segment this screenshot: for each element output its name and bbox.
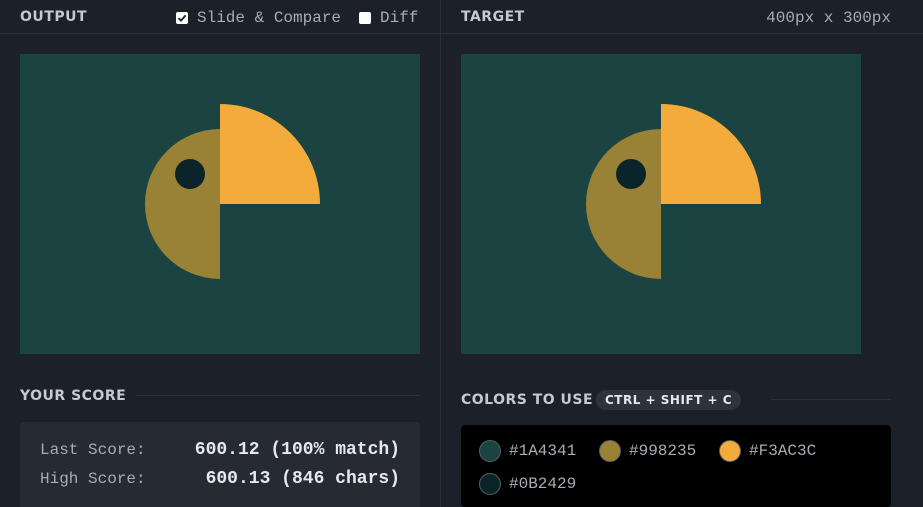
score-divider — [136, 395, 420, 396]
high-score-label: High Score: — [40, 470, 146, 488]
output-header: OUTPUT Slide & Compare Diff — [0, 0, 440, 34]
swatch-dot — [599, 440, 621, 462]
swatch-label: #998235 — [629, 442, 697, 460]
high-score-row: High Score: 600.13 (846 chars) — [40, 469, 400, 489]
output-canvas[interactable] — [20, 54, 420, 354]
score-box: Last Score: 600.12 (100% match) High Sco… — [20, 422, 420, 507]
colors-title: COLORS TO USE — [461, 392, 594, 408]
target-canvas — [461, 54, 861, 354]
target-dimensions: 400px x 300px — [766, 9, 891, 27]
last-score-label: Last Score: — [40, 441, 146, 459]
slide-compare-toggle[interactable]: Slide & Compare — [176, 9, 341, 27]
target-image — [461, 54, 861, 354]
swatch-label: #1A4341 — [509, 442, 577, 460]
target-panel: TARGET 400px x 300px COLORS TO USE CTRL … — [441, 0, 923, 507]
swatch-dot — [479, 440, 501, 462]
colors-box: #1A4341 #998235 #F3AC3C #0B2429 — [461, 425, 891, 507]
slide-compare-label: Slide & Compare — [197, 9, 342, 27]
swatch-label: #F3AC3C — [749, 442, 817, 460]
output-panel: OUTPUT Slide & Compare Diff YOUR SCORE L… — [0, 0, 440, 507]
color-swatch[interactable]: #998235 — [599, 440, 696, 462]
colors-divider — [771, 399, 891, 400]
slide-compare-checkbox[interactable] — [176, 12, 188, 24]
output-image — [20, 54, 420, 354]
color-swatch[interactable]: #0B2429 — [479, 473, 576, 495]
last-score-value: 600.12 (100% match) — [194, 440, 400, 460]
target-header: TARGET 400px x 300px — [441, 0, 923, 34]
swatch-dot — [479, 473, 501, 495]
color-swatch[interactable]: #1A4341 — [479, 440, 576, 462]
diff-toggle[interactable]: Diff — [359, 9, 418, 27]
diff-checkbox[interactable] — [359, 12, 371, 24]
color-swatch[interactable]: #F3AC3C — [719, 440, 816, 462]
swatch-label: #0B2429 — [509, 475, 577, 493]
check-icon — [177, 14, 187, 22]
output-title: OUTPUT — [20, 9, 87, 25]
score-title: YOUR SCORE — [20, 388, 127, 404]
diff-label: Diff — [380, 9, 419, 27]
copy-colors-shortcut: CTRL + SHIFT + C — [596, 390, 742, 410]
high-score-value: 600.13 (846 chars) — [205, 469, 400, 489]
swatch-dot — [719, 440, 741, 462]
last-score-row: Last Score: 600.12 (100% match) — [40, 440, 400, 460]
target-title: TARGET — [461, 9, 525, 25]
